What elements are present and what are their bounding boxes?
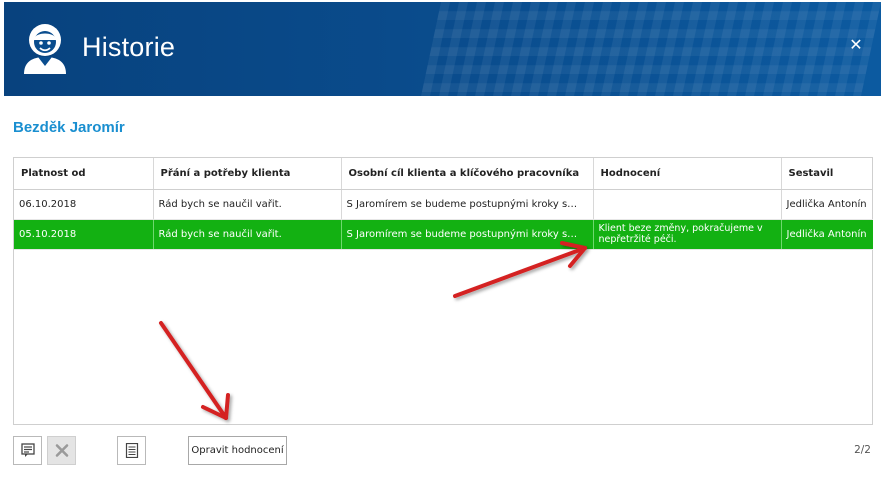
delete-button[interactable] xyxy=(47,436,76,465)
column-header-wishes[interactable]: Přání a potřeby klienta xyxy=(153,158,342,190)
cell-goal: S Jaromírem se budeme postupnými kroky s… xyxy=(341,189,594,220)
cell-wish: Rád bych se naučil vařit. xyxy=(153,219,342,250)
cell-rating xyxy=(593,189,782,220)
table-row[interactable]: 06.10.2018 Rád bych se naučil vařit. S J… xyxy=(14,189,873,220)
user-avatar-icon xyxy=(24,24,66,74)
cell-date: 06.10.2018 xyxy=(14,189,154,220)
close-icon[interactable]: ✕ xyxy=(849,37,863,53)
edit-rating-button[interactable]: Opravit hodnocení xyxy=(188,436,287,465)
edit-record-button[interactable] xyxy=(13,436,42,465)
cell-author: Jedlička Antonín xyxy=(781,219,873,250)
column-header-rating[interactable]: Hodnocení xyxy=(593,158,782,190)
edit-note-icon xyxy=(21,443,35,457)
column-header-personal-goal[interactable]: Osobní cíl klienta a klíčového pracovník… xyxy=(341,158,594,190)
cell-rating: Klient beze změny, pokračujeme v nepřetr… xyxy=(593,219,782,250)
titlebar-pattern xyxy=(421,2,881,96)
document-button[interactable] xyxy=(117,436,146,465)
page-counter: 2/2 xyxy=(854,444,871,456)
delete-x-icon xyxy=(55,444,69,457)
table-row-selected[interactable]: 05.10.2018 Rád bych se naučil vařit. S J… xyxy=(14,219,873,250)
client-name: Bezděk Jaromír xyxy=(13,119,125,136)
window-title: Historie xyxy=(82,32,176,62)
column-header-author[interactable]: Sestavil xyxy=(781,158,873,190)
history-table: Platnost od Přání a potřeby klienta Osob… xyxy=(13,157,873,425)
cell-goal: S Jaromírem se budeme postupnými kroky s… xyxy=(341,219,594,250)
table-header-row: Platnost od Přání a potřeby klienta Osob… xyxy=(14,158,873,190)
cell-date: 05.10.2018 xyxy=(14,219,154,250)
column-header-valid-from[interactable]: Platnost od xyxy=(14,158,154,190)
document-icon xyxy=(125,443,139,458)
cell-author: Jedlička Antonín xyxy=(781,189,873,220)
cell-wish: Rád bych se naučil vařit. xyxy=(153,189,342,220)
window-titlebar: Historie ✕ xyxy=(4,2,881,96)
